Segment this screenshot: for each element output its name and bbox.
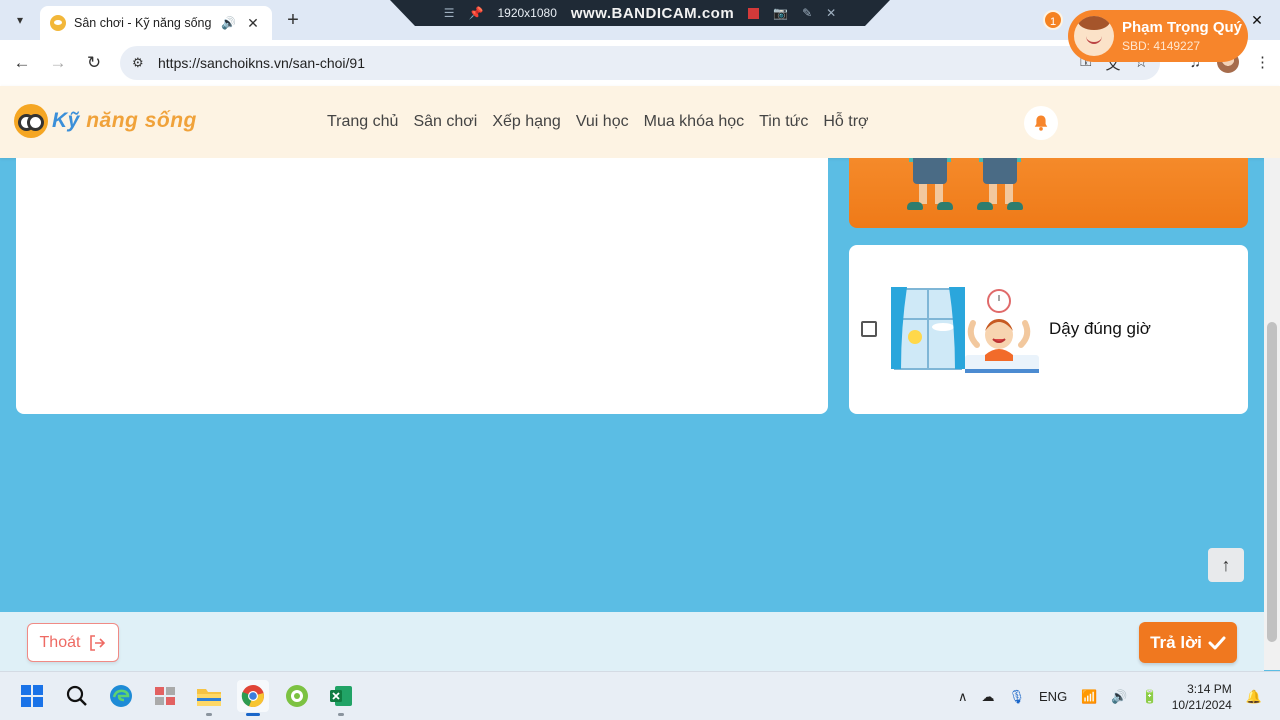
snipping-tool-icon (155, 687, 175, 705)
microphone-icon[interactable]: 🎙 (1009, 689, 1026, 705)
arrow-up-icon: ↑ (1221, 554, 1231, 575)
chrome-app[interactable] (237, 680, 269, 716)
pencil-icon[interactable]: ✎ (802, 6, 812, 20)
logo-text-ky: Kỹ (52, 109, 80, 132)
start-button[interactable] (16, 680, 48, 712)
snipping-app[interactable] (149, 680, 181, 712)
address-bar[interactable]: ⚙ https://sanchoikns.vn/san-choi/91 ⚿ 文 … (120, 46, 1160, 80)
tab-close-icon[interactable]: ✕ (244, 15, 262, 32)
tab-title: Sân chơi - Kỹ năng sống (74, 16, 212, 30)
tab-search-button[interactable]: ▾ (8, 8, 32, 32)
notification-bell-icon[interactable]: 🔔 (1246, 689, 1262, 705)
site-logo[interactable]: Kỹ năng sống (14, 104, 197, 138)
owl-logo-icon (14, 104, 48, 138)
excel-app[interactable] (325, 680, 357, 716)
search-icon (66, 685, 87, 706)
page-scrollbar[interactable] (1264, 158, 1280, 670)
coccoc-app[interactable] (281, 680, 313, 712)
camera-icon[interactable]: 📷 (773, 6, 788, 20)
record-stop-icon[interactable] (748, 7, 760, 19)
logout-icon (90, 634, 106, 651)
nav-san-choi[interactable]: Sân chơi (413, 113, 477, 131)
nav-tin-tuc[interactable]: Tin tức (759, 113, 808, 131)
site-favicon-icon (50, 15, 66, 31)
folder-icon (197, 689, 221, 706)
search-button[interactable] (61, 680, 93, 712)
excel-icon (330, 686, 352, 706)
menu-icon[interactable]: ☰ (444, 6, 455, 20)
scrollbar-thumb[interactable] (1267, 322, 1277, 642)
main-nav: Trang chủ Sân chơi Xếp hạng Vui học Mua … (327, 113, 869, 131)
answer-option-card[interactable]: Dậy đúng giờ (849, 245, 1248, 414)
wifi-icon[interactable]: 📶 (1081, 689, 1097, 705)
site-header: Kỹ năng sống Trang chủ Sân chơi Xếp hạng… (0, 86, 1280, 158)
kid-illustration (975, 158, 1025, 214)
answer-label: Trả lời (1150, 632, 1202, 652)
bandicam-brand: www.BANDICAM.com (570, 4, 735, 22)
checkmark-icon (1208, 636, 1226, 649)
system-tray: ∧ ☁ 🎙 ENG 📶 🔊 🔋 3:14 PM 10/21/2024 🔔 (958, 672, 1262, 720)
language-indicator[interactable]: ENG (1039, 689, 1067, 704)
option-checkbox[interactable] (861, 321, 877, 337)
user-sbd: SBD: 4149227 (1122, 39, 1201, 53)
wake-up-illustration (891, 287, 1039, 373)
volume-icon[interactable]: 🔊 (1111, 689, 1127, 705)
clock-date: 10/21/2024 (1171, 697, 1232, 712)
exit-button[interactable]: Thoát (27, 623, 119, 662)
back-button[interactable]: ← (10, 51, 34, 75)
close-icon[interactable]: ✕ (826, 6, 836, 20)
user-profile-pill[interactable]: Phạm Trọng Quý SBD: 4149227 (1068, 10, 1248, 62)
recording-resolution: 1920x1080 (497, 6, 557, 20)
chrome-icon (241, 685, 264, 708)
battery-icon[interactable]: 🔋 (1142, 689, 1158, 705)
speaker-icon[interactable]: 🔊 (221, 16, 236, 30)
file-explorer-app[interactable] (193, 680, 225, 716)
exit-label: Thoát (39, 633, 81, 651)
reload-button[interactable]: ↻ (82, 51, 106, 75)
taskbar-clock[interactable]: 3:14 PM 10/21/2024 (1172, 681, 1232, 713)
notification-button[interactable] (1024, 106, 1058, 140)
game-footer: Thoát Trả lời (0, 612, 1264, 671)
nav-mua-khoa-hoc[interactable]: Mua khóa học (644, 113, 745, 131)
question-panel (16, 158, 828, 414)
option-label: Dậy đúng giờ (1049, 319, 1151, 338)
clock-time: 3:14 PM (1187, 681, 1232, 696)
new-tab-button[interactable]: + (282, 9, 304, 31)
user-name: Phạm Trọng Quý (1122, 19, 1243, 36)
kid-illustration (905, 158, 955, 214)
url-text[interactable]: https://sanchoikns.vn/san-choi/91 (158, 55, 1080, 71)
scroll-to-top-button[interactable]: ↑ (1208, 548, 1244, 582)
answer-option-card-partial[interactable] (849, 158, 1248, 228)
forward-button[interactable]: → (46, 51, 70, 75)
logo-text-nang-song: năng sống (86, 109, 197, 132)
chevron-up-icon[interactable]: ∧ (958, 689, 968, 705)
coccoc-icon (286, 685, 308, 707)
user-avatar (1074, 16, 1114, 56)
onedrive-cloud-icon[interactable]: ☁ (982, 689, 995, 705)
notification-count-badge: 1 (1043, 10, 1063, 30)
edge-app[interactable] (105, 680, 137, 712)
bandicam-recorder-bar: ☰ 📌 1920x1080 www.BANDICAM.com 📷 ✎ ✕ (390, 0, 890, 26)
more-menu-icon[interactable]: ⋮ (1255, 53, 1270, 71)
nav-trang-chu[interactable]: Trang chủ (327, 113, 398, 131)
answer-button[interactable]: Trả lời (1139, 622, 1237, 663)
browser-tab[interactable]: Sân chơi - Kỹ năng sống 🔊 ✕ (40, 6, 272, 40)
nav-ho-tro[interactable]: Hỗ trợ (823, 113, 868, 131)
windows-logo-icon (21, 685, 43, 707)
site-info-icon[interactable]: ⚙ (132, 55, 158, 71)
pin-icon[interactable]: 📌 (469, 6, 484, 20)
nav-vui-hoc[interactable]: Vui học (576, 113, 629, 131)
bell-icon (1034, 115, 1048, 131)
nav-xep-hang[interactable]: Xếp hạng (492, 113, 561, 131)
edge-icon (110, 685, 132, 707)
windows-taskbar: ∧ ☁ 🎙 ENG 📶 🔊 🔋 3:14 PM 10/21/2024 🔔 (0, 671, 1280, 720)
